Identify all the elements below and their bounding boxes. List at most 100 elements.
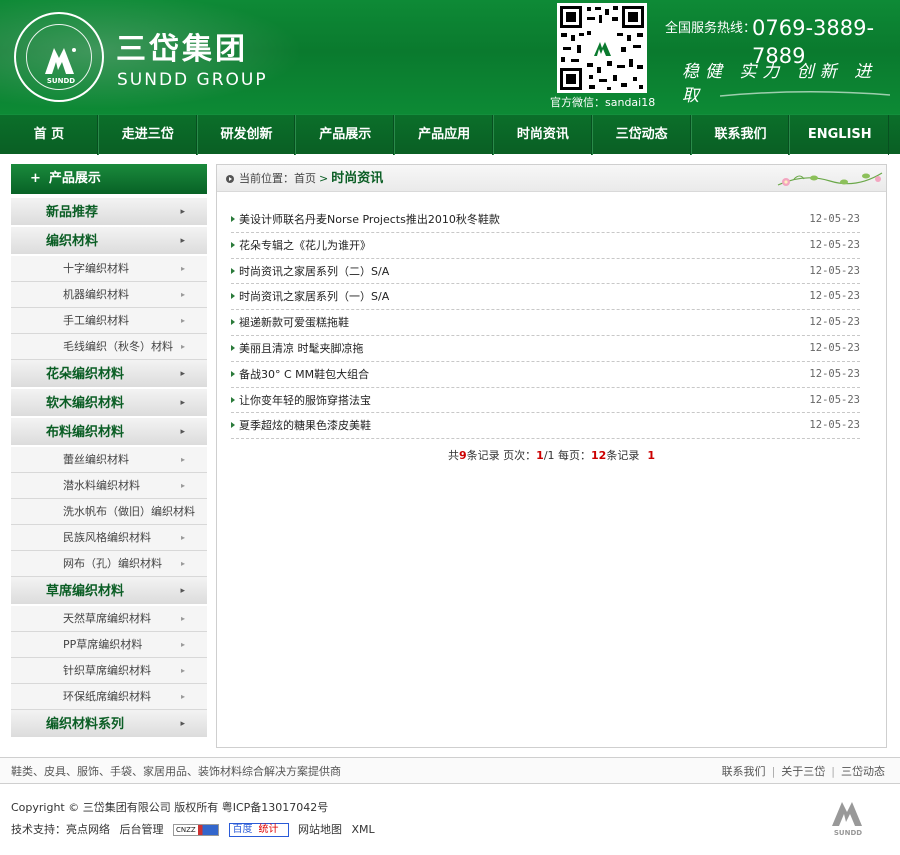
pager-text: 共 [448, 449, 459, 462]
footer-link-contact[interactable]: 联系我们 [722, 765, 766, 778]
news-date: 12-05-23 [809, 290, 860, 303]
nav-item-applications[interactable]: 产品应用 [395, 115, 494, 155]
slogan-swoosh-icon [720, 91, 890, 97]
sidebar-subitem[interactable]: 天然草席编织材料 ▸ [11, 606, 207, 632]
sidebar-category[interactable]: 编织材料系列 ▸ [11, 710, 207, 739]
sidebar-subitem[interactable]: 机器编织材料 ▸ [11, 282, 207, 308]
sidebar-subitem[interactable]: 毛线编织（秋冬）材料 ▸ [11, 334, 207, 360]
footer-divider: | [831, 765, 835, 778]
chevron-right-icon: ▸ [180, 264, 185, 273]
news-row[interactable]: 美设计师联名丹麦Norse Projects推出2010秋冬鞋款 12-05-23 [231, 207, 860, 233]
brand-name-cn[interactable]: 三岱集团 [116, 32, 248, 68]
chevron-right-icon: ▸ [180, 398, 185, 408]
sidebar-category[interactable]: 新品推荐 ▸ [11, 198, 207, 227]
sidebar-subitem-label: 十字编织材料 [63, 262, 129, 275]
sidebar-subitem[interactable]: 蕾丝编织材料 ▸ [11, 447, 207, 473]
footer-links: 联系我们 | 关于三岱 | 三岱动态 [722, 758, 885, 785]
sidebar-subitem-label: 网布（孔）编织材料 [63, 557, 162, 570]
news-row[interactable]: 夏季超炫的糖果色漆皮美鞋 12-05-23 [231, 413, 860, 440]
nav-item-company-news[interactable]: 三岱动态 [593, 115, 692, 155]
admin-link[interactable]: 后台管理 [120, 823, 164, 836]
news-row[interactable]: 备战30° C MM鞋包大组合 12-05-23 [231, 362, 860, 388]
sidebar-category[interactable]: 布料编织材料 ▸ [11, 418, 207, 447]
product-sidebar: + 产品展示 新品推荐 ▸ 编织材料 ▸ 十字编织材料 ▸ 机器编织材料 ▸ 手工编织材料… [11, 164, 207, 739]
news-title-link[interactable]: 美丽且清凉 时髦夹脚凉拖 [239, 336, 364, 361]
flower-vine-decoration-icon [777, 172, 883, 186]
baidu-badge-text: 百度 [232, 824, 253, 835]
news-row[interactable]: 时尚资讯之家居系列（一）S/A 12-05-23 [231, 284, 860, 311]
news-title-link[interactable]: 让你变年轻的服饰穿搭法宝 [239, 388, 371, 413]
sidebar-subitem[interactable]: 民族风格编织材料 ▸ [11, 525, 207, 551]
pager-page-link[interactable]: 1 [647, 449, 655, 462]
sidebar-category[interactable]: 软木编织材料 ▸ [11, 389, 207, 418]
sidebar-category-label: 软木编织材料 [46, 396, 125, 411]
sitemap-link[interactable]: 网站地图 [298, 823, 342, 836]
news-date: 12-05-23 [809, 238, 860, 251]
news-title-link[interactable]: 褪递新款可爱蛋糕拖鞋 [239, 310, 349, 335]
brand-name-en[interactable]: SUNDD GROUP [117, 70, 268, 90]
baidu-badge-stat: 统计 [258, 824, 279, 835]
nav-item-products[interactable]: 产品展示 [296, 115, 396, 155]
news-title-link[interactable]: 花朵专辑之《花儿为谁开》 [239, 233, 371, 258]
cnzz-badge-icon[interactable]: CNZZ [173, 824, 219, 836]
news-title-link[interactable]: 美设计师联名丹麦Norse Projects推出2010秋冬鞋款 [239, 207, 500, 232]
news-title-link[interactable]: 时尚资讯之家居系列（二）S/A [239, 259, 389, 284]
xml-link[interactable]: XML [352, 823, 375, 836]
news-title-link[interactable]: 夏季超炫的糖果色漆皮美鞋 [239, 413, 371, 438]
logo-badge[interactable]: SUNDD [14, 12, 104, 102]
nav-item-rnd[interactable]: 研发创新 [198, 115, 297, 155]
sidebar-subitem[interactable]: PP草席编织材料 ▸ [11, 632, 207, 658]
sidebar-subitem[interactable]: 潜水料编织材料 ▸ [11, 473, 207, 499]
breadcrumb: 当前位置：首页 > 时尚资讯 [239, 165, 383, 192]
news-list: 美设计师联名丹麦Norse Projects推出2010秋冬鞋款 12-05-23… [231, 207, 860, 440]
chevron-right-icon: ▸ [180, 533, 185, 542]
nav-item-contact[interactable]: 联系我们 [692, 115, 791, 155]
sidebar-subitem[interactable]: 针织草席编织材料 ▸ [11, 658, 207, 684]
news-title-link[interactable]: 备战30° C MM鞋包大组合 [239, 362, 369, 387]
chevron-right-icon: ▸ [180, 640, 185, 649]
chevron-right-icon: ▸ [180, 586, 185, 596]
bullet-arrow-icon [231, 267, 235, 274]
sidebar-subitem[interactable]: 环保纸席编织材料 ▸ [11, 684, 207, 710]
sidebar-subitem[interactable]: 网布（孔）编织材料 ▸ [11, 551, 207, 577]
sidebar-category[interactable]: 草席编织材料 ▸ [11, 577, 207, 606]
sidebar-subitem-label: 手工编织材料 [63, 314, 129, 327]
chevron-right-icon: ▸ [180, 455, 185, 464]
sidebar-category-label: 编织材料系列 [46, 717, 125, 732]
news-row[interactable]: 花朵专辑之《花儿为谁开》 12-05-23 [231, 233, 860, 259]
nav-item-english[interactable]: ENGLISH [790, 115, 889, 155]
nav-item-about[interactable]: 走进三岱 [99, 115, 198, 155]
sidebar-subitem[interactable]: 十字编织材料 ▸ [11, 256, 207, 282]
chevron-right-icon: ▸ [180, 290, 185, 299]
breadcrumb-current: 时尚资讯 [331, 171, 384, 186]
nav-item-home[interactable]: 首 页 [0, 115, 99, 155]
pager-page: 1 [536, 449, 544, 462]
sidebar-subitem-label: 洗水帆布（做旧）编织材料 [63, 505, 195, 518]
bullet-arrow-icon [231, 216, 235, 222]
news-title-link[interactable]: 时尚资讯之家居系列（一）S/A [239, 284, 389, 309]
news-row[interactable]: 让你变年轻的服饰穿搭法宝 12-05-23 [231, 388, 860, 414]
pager-text: 条记录 页次： [466, 449, 537, 462]
news-row[interactable]: 时尚资讯之家居系列（二）S/A 12-05-23 [231, 259, 860, 285]
sidebar-subitem[interactable]: 手工编织材料 ▸ [11, 308, 207, 334]
footer-link-news[interactable]: 三岱动态 [841, 765, 885, 778]
slogan: 稳健 实力 创新 进取 [682, 62, 878, 106]
sidebar-subitem[interactable]: 洗水帆布（做旧）编织材料 [11, 499, 207, 525]
plus-icon: + [30, 171, 41, 186]
mountain-logo-icon: SUNDD [45, 48, 76, 85]
footer-link-about[interactable]: 关于三岱 [781, 765, 825, 778]
breadcrumb-label: 当前位置： [239, 172, 294, 185]
news-date: 12-05-23 [809, 367, 860, 380]
nav-item-fashion-news[interactable]: 时尚资讯 [494, 115, 593, 155]
breadcrumb-home-link[interactable]: 首页 [294, 172, 316, 185]
sidebar-category[interactable]: 编织材料 ▸ [11, 227, 207, 256]
news-row[interactable]: 褪递新款可爱蛋糕拖鞋 12-05-23 [231, 310, 860, 336]
sidebar-subitem-label: 天然草席编织材料 [63, 612, 151, 625]
tech-support[interactable]: 技术支持：亮点网络 [11, 823, 110, 836]
sidebar-category[interactable]: 花朵编织材料 ▸ [11, 360, 207, 389]
chevron-right-icon: ▸ [180, 692, 185, 701]
baidu-stats-badge[interactable]: 百度 统计 [228, 823, 289, 837]
news-row[interactable]: 美丽且清凉 时髦夹脚凉拖 12-05-23 [231, 336, 860, 362]
bullet-arrow-icon [231, 396, 235, 403]
pagination: 共9条记录 页次：1/1 每页：12条记录 1 [217, 447, 886, 463]
